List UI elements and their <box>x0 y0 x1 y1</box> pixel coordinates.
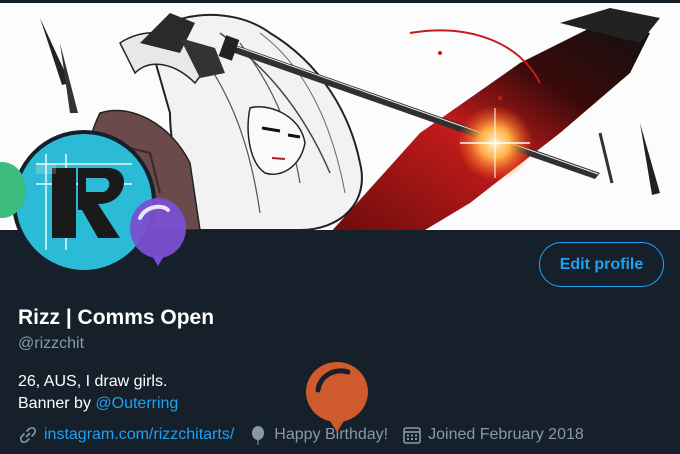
profile-bio: 26, AUS, I draw girls. Banner by @Outerr… <box>18 371 178 415</box>
profile-avatar[interactable] <box>12 130 156 274</box>
joined-text: Joined February 2018 <box>428 426 584 443</box>
bio-mention-link[interactable]: @Outerring <box>95 395 178 412</box>
rizz-logo-icon <box>16 134 152 270</box>
profile-meta-row: instagram.com/rizzchitarts/ Happy Birthd… <box>18 424 598 446</box>
profile-display-name: Rizz | Comms Open <box>18 306 215 329</box>
website-link[interactable]: instagram.com/rizzchitarts/ <box>44 426 234 444</box>
bio-line-1: 26, AUS, I draw girls. <box>18 373 168 390</box>
avatar-image <box>16 134 152 270</box>
bio-line-2: Banner by @Outerring <box>18 393 178 415</box>
link-icon <box>20 427 36 443</box>
bio-line-2-text: Banner by <box>18 395 96 412</box>
birthday-text: Happy Birthday! <box>274 426 389 443</box>
profile-handle: @rizzchit <box>18 335 85 352</box>
balloon-icon <box>252 426 265 445</box>
calendar-icon <box>403 427 421 444</box>
profile-joined: Joined February 2018 <box>402 425 584 445</box>
profile-birthday: Happy Birthday! <box>248 425 388 445</box>
edit-profile-button[interactable]: Edit profile <box>539 242 664 287</box>
profile-website: instagram.com/rizzchitarts/ <box>18 425 234 445</box>
